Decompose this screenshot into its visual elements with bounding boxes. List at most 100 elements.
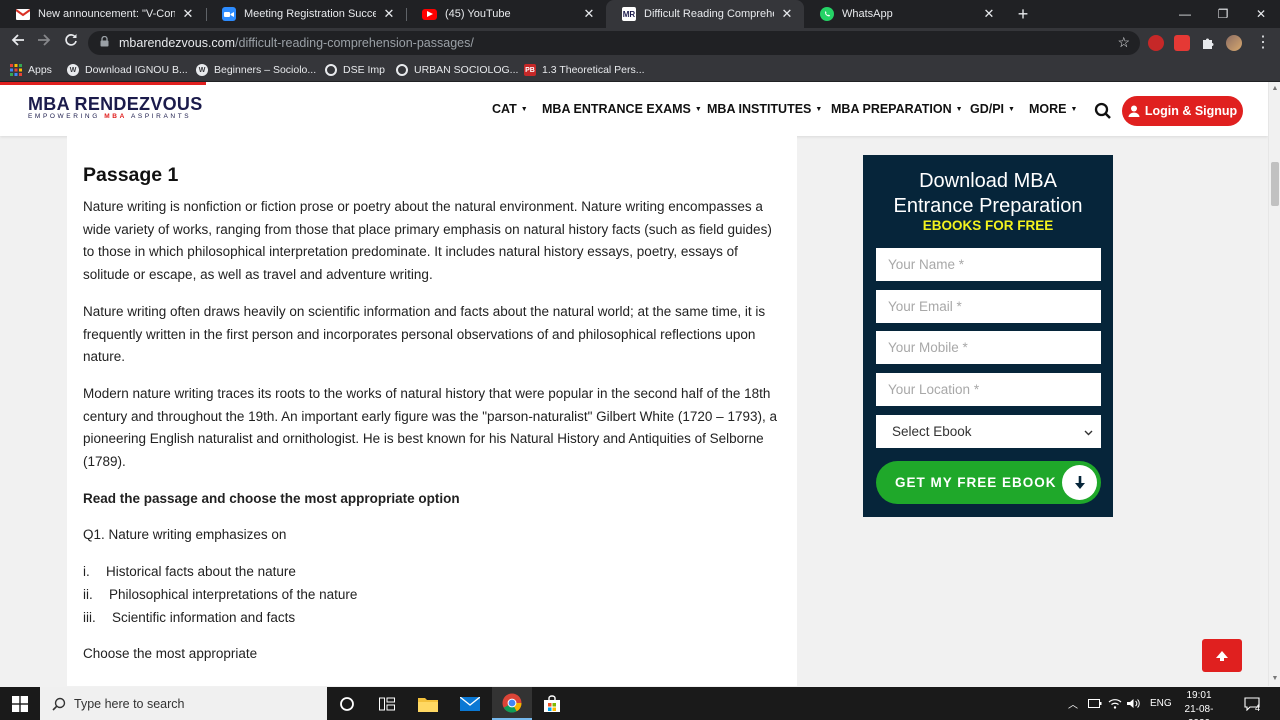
scroll-thumb[interactable] xyxy=(1271,162,1279,206)
cortana-icon[interactable] xyxy=(327,687,367,720)
select-value: Select Ebook xyxy=(892,424,972,439)
bookmark-label: Download IGNOU B... xyxy=(85,64,188,76)
location-field[interactable] xyxy=(876,373,1101,406)
nav-gd-pi[interactable]: GD/PI ▼ xyxy=(970,102,1015,116)
bookmark-sociology[interactable]: W Beginners – Sociolo... xyxy=(196,58,316,82)
nav-cat[interactable]: CAT ▼ xyxy=(492,102,528,116)
option-number: ii. xyxy=(83,586,93,602)
search-icon xyxy=(52,697,66,711)
maximize-icon[interactable]: ❐ xyxy=(1204,0,1242,28)
windows-start-icon[interactable] xyxy=(0,687,40,720)
tab-zoom[interactable]: Meeting Registration Success - Z ✕ xyxy=(206,0,406,28)
login-signup-button[interactable]: Login & Signup xyxy=(1122,96,1243,126)
mobile-field[interactable] xyxy=(876,331,1101,364)
tagline-part: EMPOWERING xyxy=(28,113,100,120)
tab-gmail[interactable]: New announcement: "V-Connect ✕ xyxy=(0,0,205,28)
gmail-icon xyxy=(16,7,30,21)
volume-icon[interactable] xyxy=(1127,687,1140,720)
store-icon[interactable] xyxy=(532,687,572,720)
nav-more[interactable]: MORE ▼ xyxy=(1029,102,1077,116)
option-list: i. Historical facts about the nature ii.… xyxy=(83,561,781,629)
reload-icon[interactable] xyxy=(60,33,82,53)
close-icon[interactable]: ✕ xyxy=(181,6,195,22)
kebab-menu-icon[interactable]: ⋮ xyxy=(1252,33,1274,53)
notification-count: 4 xyxy=(1255,702,1261,713)
language-indicator[interactable]: ENG xyxy=(1150,687,1172,720)
extension-red-icon[interactable] xyxy=(1148,35,1164,51)
scroll-to-top-button[interactable] xyxy=(1202,639,1242,672)
wifi-icon[interactable] xyxy=(1108,687,1122,720)
name-field[interactable] xyxy=(876,248,1101,281)
instruction-text: Read the passage and choose the most app… xyxy=(83,490,460,506)
taskbar-search-box[interactable]: Type here to search xyxy=(40,687,327,720)
tagline-part: MBA xyxy=(104,113,127,120)
bookmark-urban-sociology[interactable]: URBAN SOCIOLOG... xyxy=(396,58,518,82)
battery-icon[interactable] xyxy=(1088,687,1102,720)
nav-mba-preparation[interactable]: MBA PREPARATION ▼ xyxy=(831,102,963,116)
pocket-icon[interactable] xyxy=(1174,35,1190,51)
search-icon[interactable] xyxy=(1094,102,1112,120)
bookmark-label: Beginners – Sociolo... xyxy=(214,64,317,76)
scroll-down-icon[interactable]: ▼ xyxy=(1271,675,1279,683)
bookmark-ignou[interactable]: W Download IGNOU B... xyxy=(67,58,188,82)
get-free-ebook-button[interactable]: GET MY FREE EBOOK xyxy=(876,461,1101,504)
mail-icon[interactable] xyxy=(450,687,490,720)
page-scrollbar[interactable]: ▲ ▼ xyxy=(1268,82,1280,686)
globe-icon xyxy=(325,64,337,76)
zoom-icon xyxy=(222,7,236,21)
close-icon[interactable]: ✕ xyxy=(780,6,794,22)
site-logo[interactable]: MBA RENDEZVOUS xyxy=(28,94,203,115)
form-title-line: Entrance Preparation xyxy=(893,194,1083,217)
caret-down-icon: ▼ xyxy=(815,105,823,113)
close-icon[interactable]: ✕ xyxy=(382,6,396,22)
tab-youtube[interactable]: (45) YouTube ✕ xyxy=(406,0,606,28)
close-icon[interactable]: ✕ xyxy=(582,6,596,22)
login-label: Login & Signup xyxy=(1144,104,1238,118)
bookmark-label: DSE Imp xyxy=(343,64,386,76)
ebook-select[interactable]: Select Ebook xyxy=(876,415,1101,448)
windows-taskbar: Type here to search ︿ ENG 19:01 21-08-20… xyxy=(0,687,1280,720)
passage-heading: Passage 1 xyxy=(83,164,179,186)
task-view-icon[interactable] xyxy=(367,687,407,720)
cta-label: GET MY FREE EBOOK xyxy=(895,475,1057,490)
minimize-icon[interactable]: — xyxy=(1166,0,1204,28)
tab-whatsapp[interactable]: WhatsApp ✕ xyxy=(804,0,1006,28)
chrome-taskbar-icon[interactable] xyxy=(492,687,532,720)
tab-reading-comprehension[interactable]: MR Difficult Reading Comprehension ✕ xyxy=(606,0,804,28)
bookmark-label: Apps xyxy=(28,64,52,76)
avatar[interactable] xyxy=(1226,35,1242,51)
nav-label: MBA INSTITUTES xyxy=(707,102,812,116)
file-explorer-icon[interactable] xyxy=(408,687,448,720)
bookmark-theoretical[interactable]: PB 1.3 Theoretical Pers... xyxy=(524,58,645,82)
arrow-up-icon xyxy=(1216,650,1228,661)
bookmark-star-icon[interactable]: ☆ xyxy=(1117,34,1130,51)
bookmark-dse[interactable]: DSE Imp xyxy=(325,58,385,82)
form-title-line: Download MBA xyxy=(919,170,1057,192)
bookmark-apps[interactable]: Apps xyxy=(10,58,52,82)
bookmarks-bar: Apps W Download IGNOU B... W Beginners –… xyxy=(0,58,1280,82)
back-arrow-icon[interactable] xyxy=(7,33,29,53)
puzzle-extensions-icon[interactable] xyxy=(1200,35,1216,51)
clock-time: 19:01 xyxy=(1186,690,1212,701)
window-close-icon[interactable]: ✕ xyxy=(1242,0,1280,28)
show-hidden-icons-icon[interactable]: ︿ xyxy=(1068,687,1078,720)
nav-mba-institutes[interactable]: MBA INSTITUTES ▼ xyxy=(707,102,822,116)
tab-label: Meeting Registration Success - Z xyxy=(244,8,376,20)
scroll-up-icon[interactable]: ▲ xyxy=(1271,85,1279,93)
forward-arrow-icon[interactable] xyxy=(33,33,55,53)
download-arrow-icon xyxy=(1062,465,1097,500)
caret-down-icon: ▼ xyxy=(1008,105,1015,113)
lock-icon xyxy=(100,35,109,50)
new-tab-button[interactable]: + xyxy=(1014,4,1032,24)
taskbar-clock[interactable]: 19:01 21-08-2020 xyxy=(1176,689,1222,720)
tab-label: New announcement: "V-Connect xyxy=(38,8,175,20)
nav-label: GD/PI xyxy=(970,102,1005,116)
notification-center-icon[interactable]: 4 xyxy=(1244,687,1260,720)
address-bar[interactable]: mbarendezvous.com/difficult-reading-comp… xyxy=(88,31,1140,55)
tab-label: WhatsApp xyxy=(842,8,893,20)
email-field[interactable] xyxy=(876,290,1101,323)
nav-mba-entrance-exams[interactable]: MBA ENTRANCE EXAMS ▼ xyxy=(542,102,702,116)
user-icon xyxy=(1128,105,1140,117)
url-path: /difficult-reading-comprehension-passage… xyxy=(235,36,474,50)
close-icon[interactable]: ✕ xyxy=(982,6,996,22)
